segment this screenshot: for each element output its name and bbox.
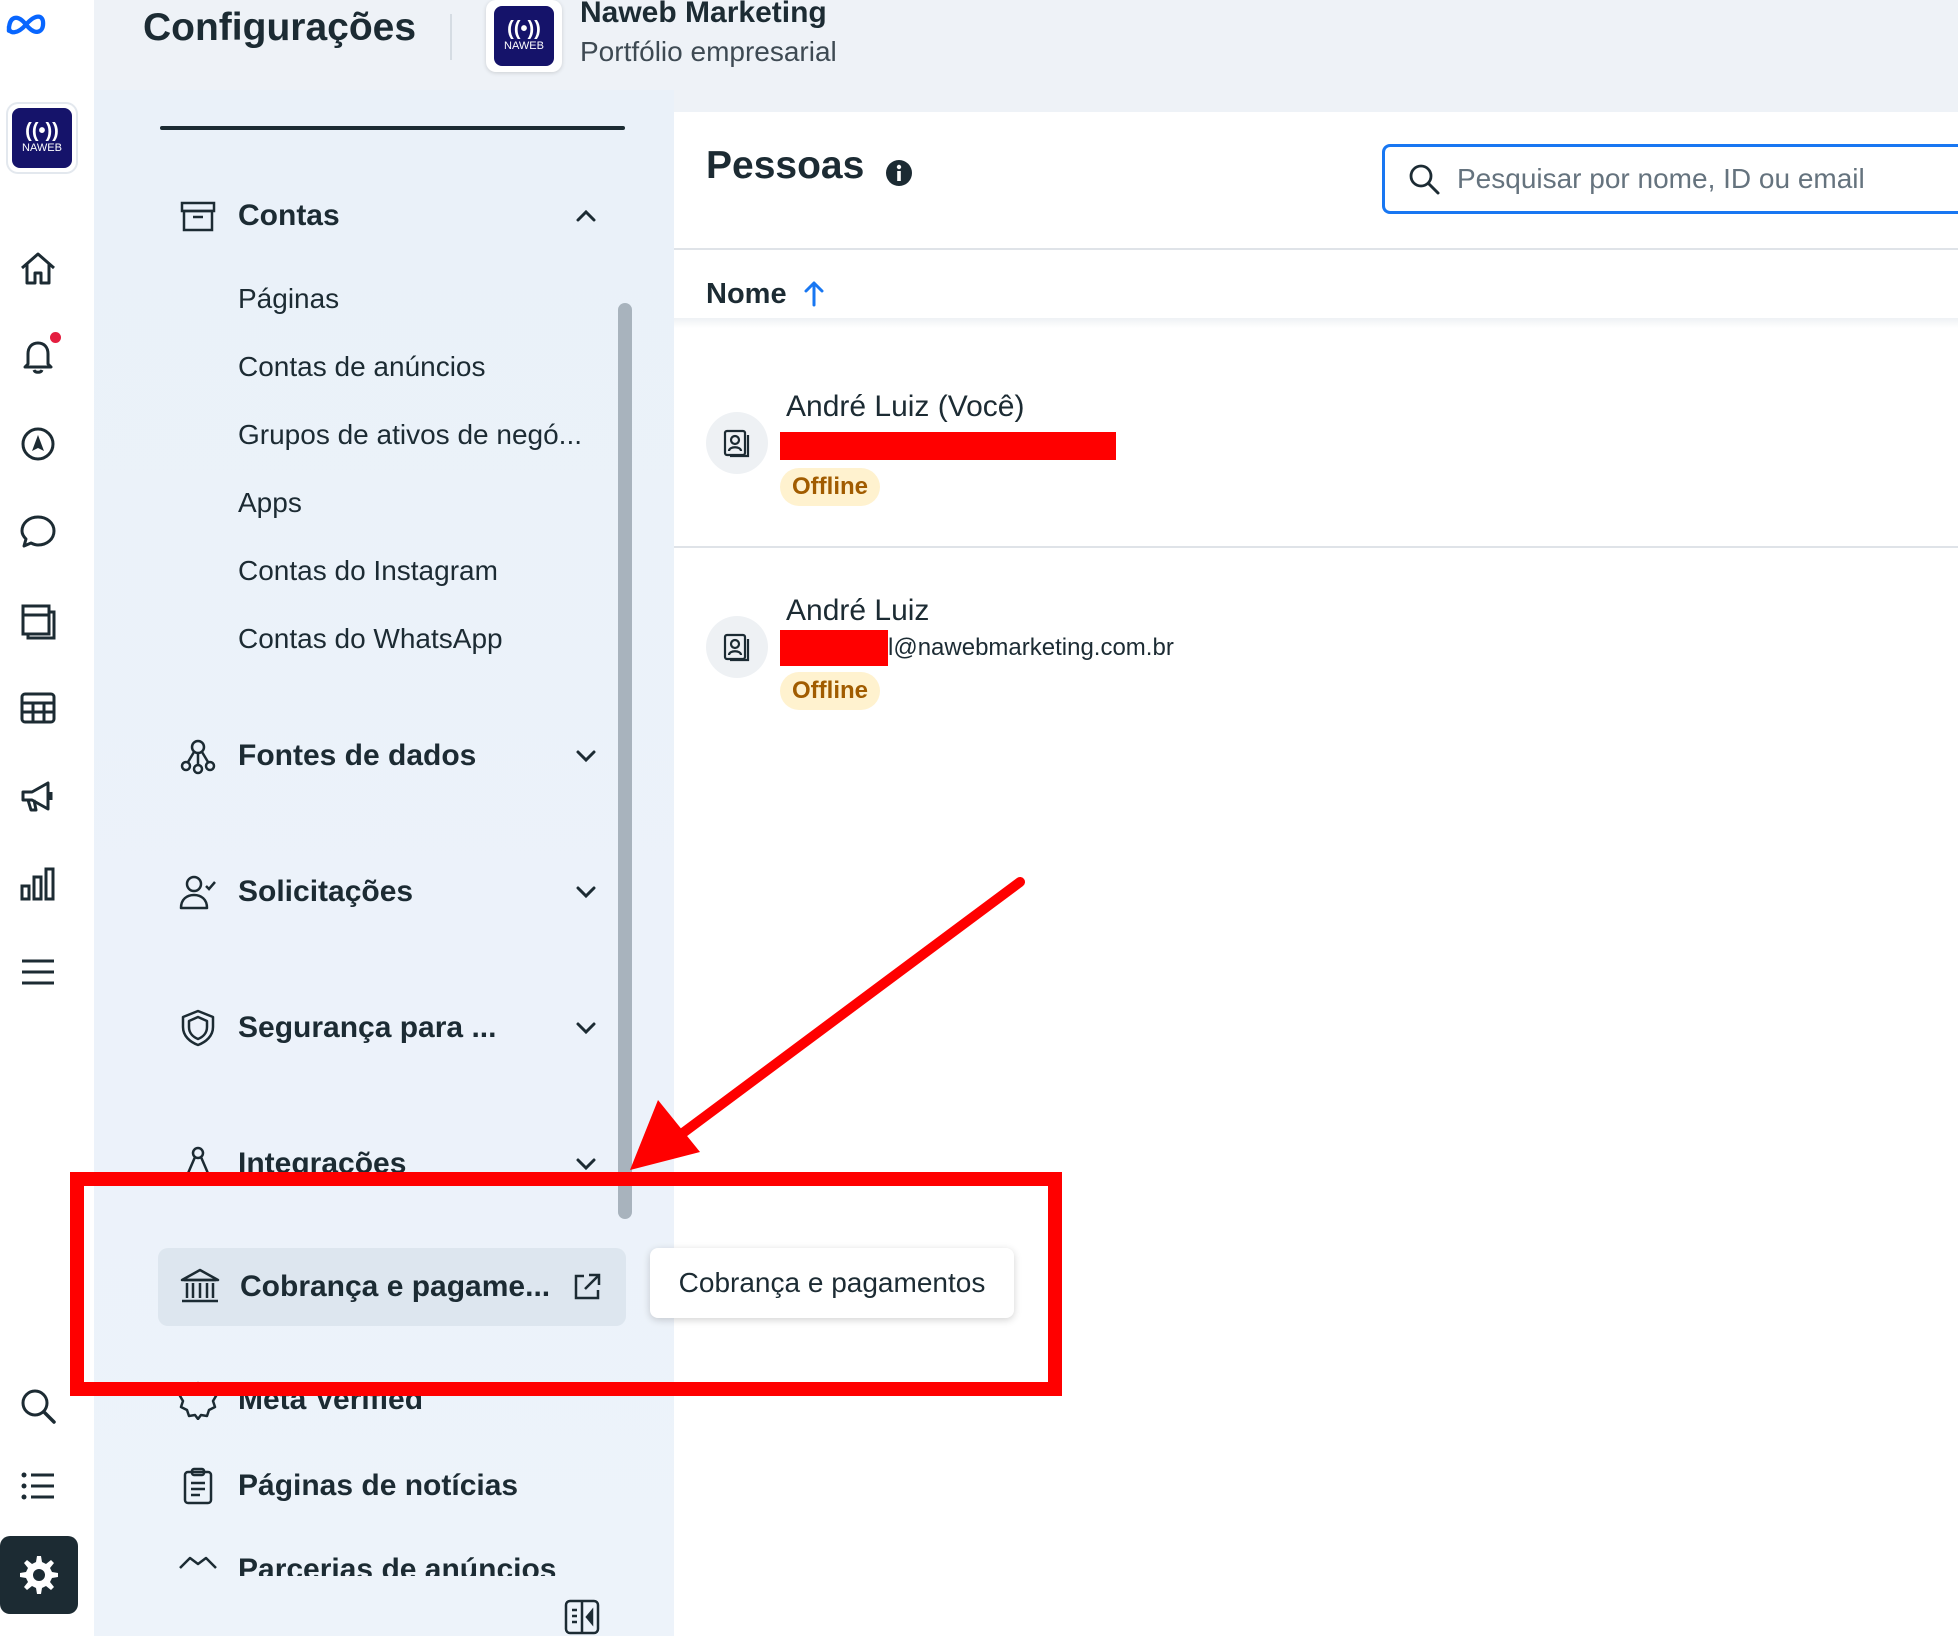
chat-icon[interactable] — [10, 504, 66, 560]
search-input[interactable] — [1455, 162, 1958, 196]
sidebar-item-billing[interactable]: Cobrança e pagame... — [158, 1248, 626, 1326]
left-nav-rail: ((•)) NAWEB — [0, 0, 94, 1636]
redacted-email — [780, 432, 1116, 460]
bank-icon — [176, 1263, 224, 1311]
search-field[interactable] — [1382, 144, 1958, 214]
status-badge: Offline — [780, 468, 880, 506]
header-divider — [674, 248, 1958, 250]
person-name: André Luiz — [786, 594, 930, 627]
search-icon[interactable] — [10, 1378, 66, 1434]
business-subtitle: Portfólio empresarial — [580, 36, 837, 67]
sidebar-item-grupos-ativos[interactable]: Grupos de ativos de negó... — [238, 419, 598, 451]
compass-icon[interactable] — [10, 416, 66, 472]
search-icon — [1409, 164, 1440, 195]
menu-icon[interactable] — [10, 944, 66, 1000]
section-meta-verified[interactable]: Meta Verified — [174, 1370, 604, 1430]
section-seguranca[interactable]: Segurança para ... — [174, 998, 604, 1058]
id-card-icon — [723, 633, 750, 662]
info-icon[interactable] — [884, 158, 914, 188]
external-link-icon — [574, 1273, 601, 1300]
notification-dot — [50, 332, 61, 343]
megaphone-icon[interactable] — [10, 768, 66, 824]
row-divider — [674, 546, 1958, 548]
collapse-panel-icon[interactable] — [562, 1598, 602, 1636]
sidebar-top-border — [160, 126, 625, 130]
gear-icon — [20, 1556, 58, 1594]
avatar — [706, 616, 768, 678]
sidebar-item-paginas[interactable]: Páginas — [238, 283, 598, 315]
chevron-down-icon[interactable] — [568, 738, 604, 774]
sidebar-item-contas-anuncios[interactable]: Contas de anúncios — [238, 351, 598, 383]
section-parcerias[interactable]: Parcerias de anúncios — [174, 1540, 604, 1576]
sidebar-item-apps[interactable]: Apps — [238, 487, 598, 519]
section-paginas-noticias[interactable]: Páginas de notícias — [174, 1456, 604, 1516]
business-avatar[interactable]: ((•)) NAWEB — [8, 104, 76, 172]
arrow-up-icon — [804, 281, 824, 307]
section-integracoes[interactable]: Integrações — [174, 1134, 604, 1194]
table-icon[interactable] — [10, 680, 66, 736]
settings-button[interactable] — [0, 1536, 78, 1614]
chevron-down-icon[interactable] — [568, 1010, 604, 1046]
redacted-email — [780, 630, 888, 666]
person-email: l@nawebmarketing.com.br — [888, 634, 1174, 661]
page-title: Configurações — [143, 6, 417, 49]
archive-box-icon — [174, 192, 222, 240]
avatar — [706, 412, 768, 474]
data-sources-icon — [174, 732, 222, 780]
header-shadow — [674, 318, 1958, 328]
people-panel: Pessoas Nome André Luiz (Você) Offline A… — [674, 112, 1958, 1636]
section-solicitacoes[interactable]: Solicitações — [174, 862, 604, 922]
list-icon[interactable] — [10, 1458, 66, 1514]
sidebar-item-instagram[interactable]: Contas do Instagram — [238, 555, 598, 587]
id-card-icon — [723, 429, 750, 458]
user-check-icon — [174, 868, 222, 916]
table-row[interactable]: André Luiz l@nawebmarketing.com.br Offli… — [674, 550, 1958, 750]
billing-tooltip: Cobrança e pagamentos — [650, 1248, 1014, 1318]
table-row[interactable]: André Luiz (Você) Offline — [674, 342, 1958, 542]
shield-icon — [174, 1004, 222, 1052]
column-header-name[interactable]: Nome — [706, 264, 829, 324]
business-name: Naweb Marketing — [580, 0, 827, 29]
business-logo[interactable]: ((•)) NAWEB — [486, 0, 562, 72]
chevron-down-icon[interactable] — [568, 874, 604, 910]
bar-chart-icon[interactable] — [10, 856, 66, 912]
naweb-logo-icon: ((•)) NAWEB — [494, 6, 554, 66]
header-divider — [450, 14, 452, 60]
person-name: André Luiz (Você) — [786, 390, 1025, 423]
integrations-icon — [174, 1140, 222, 1188]
clipboard-icon — [174, 1462, 222, 1510]
chevron-down-icon[interactable] — [568, 1146, 604, 1182]
section-contas[interactable]: Contas — [174, 186, 604, 246]
people-title: Pessoas — [706, 144, 865, 187]
handshake-icon — [174, 1540, 222, 1576]
verified-badge-icon — [174, 1376, 222, 1424]
naweb-logo-icon: ((•)) NAWEB — [12, 108, 72, 168]
sidebar-scrollbar[interactable] — [618, 303, 632, 1219]
pages-icon[interactable] — [10, 592, 66, 648]
status-badge: Offline — [780, 672, 880, 710]
sidebar-item-whatsapp[interactable]: Contas do WhatsApp — [238, 623, 598, 655]
meta-logo-icon[interactable] — [4, 2, 48, 46]
chevron-up-icon[interactable] — [568, 198, 604, 234]
section-fontes-dados[interactable]: Fontes de dados — [174, 726, 604, 786]
home-icon[interactable] — [10, 240, 66, 296]
